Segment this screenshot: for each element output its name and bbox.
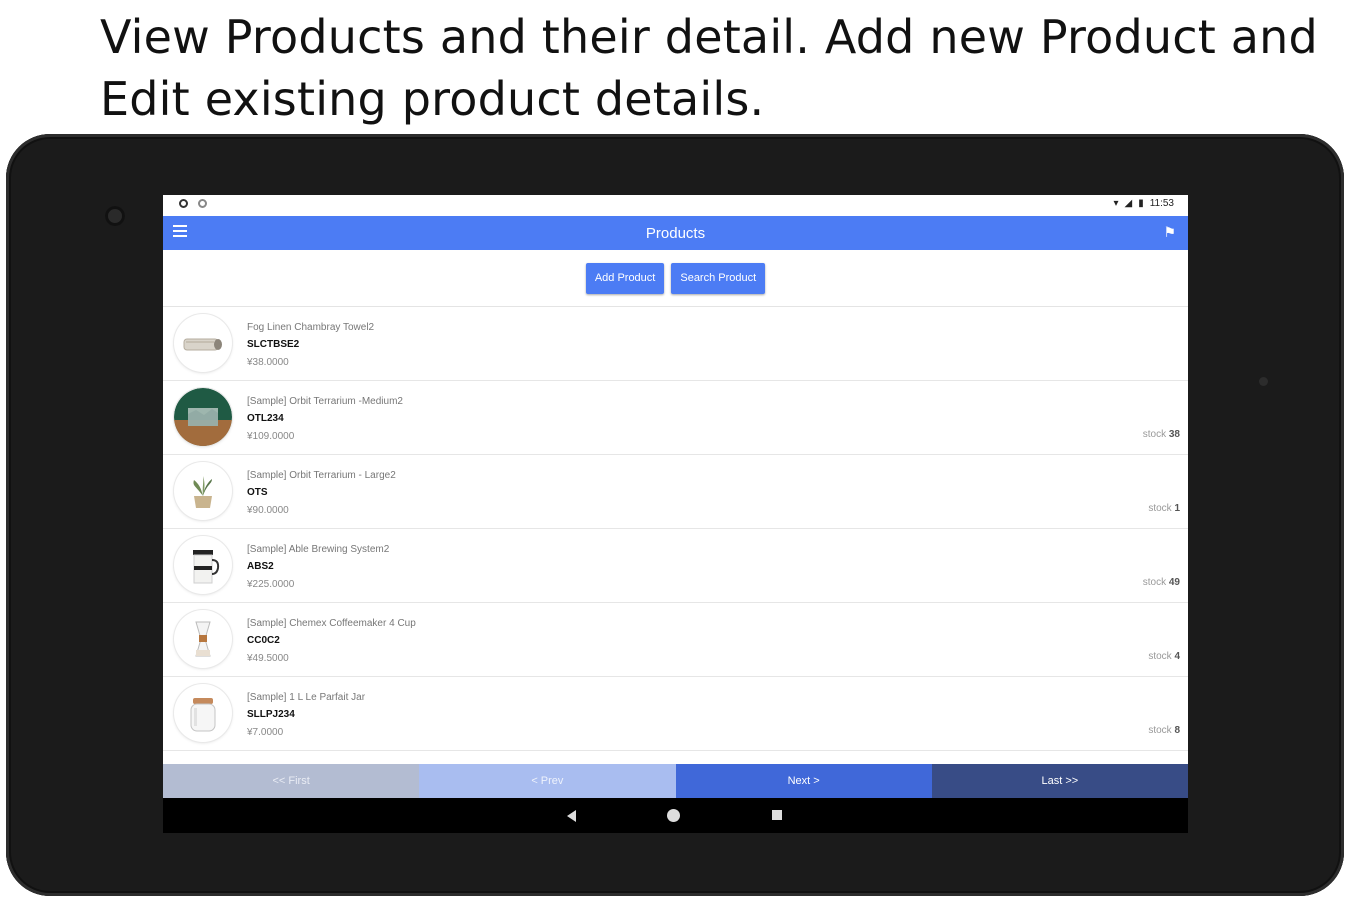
product-sku: OTL234 <box>247 413 284 424</box>
brewer-image <box>174 536 232 594</box>
stock-label: stock <box>1148 725 1172 736</box>
terrarium-image <box>174 388 232 446</box>
plant-image <box>174 462 232 520</box>
stock-label: stock <box>1148 503 1172 514</box>
product-sku: SLLPJ234 <box>247 709 295 720</box>
page-title: Products <box>645 225 706 242</box>
coffeemaker-image <box>174 610 232 668</box>
clock: 11:53 <box>1149 198 1174 209</box>
product-price: ¥7.0000 <box>247 727 284 738</box>
product-name: [Sample] 1 L Le Parfait Jar <box>247 692 366 703</box>
product-row[interactable]: [Sample] Orbit Terrarium -Medium2 OTL234… <box>163 381 1188 455</box>
sensor-dot <box>1259 377 1268 386</box>
last-page-button[interactable]: Last >> <box>931 764 1188 798</box>
recent-apps-icon[interactable] <box>772 810 782 820</box>
app-bar: Products ⚑ <box>163 216 1188 250</box>
stock-value: 4 <box>1174 651 1180 662</box>
stock-count: stock 8 <box>1148 725 1180 736</box>
system-nav-bar <box>163 798 1188 833</box>
page-caption: View Products and their detail. Add new … <box>100 10 1318 126</box>
product-name: [Sample] Chemex Coffeemaker 4 Cup <box>247 618 416 629</box>
stock-value: 8 <box>1174 725 1180 736</box>
product-name: [Sample] Orbit Terrarium - Large2 <box>247 470 396 481</box>
stock-count: stock 4 <box>1148 651 1180 662</box>
towel-image <box>174 314 232 372</box>
signal-icon: ◢ <box>1124 198 1133 209</box>
wifi-icon: ▾ <box>1113 198 1119 209</box>
stock-count: stock 1 <box>1148 503 1180 514</box>
stock-value: 38 <box>1168 429 1180 440</box>
product-row[interactable]: [Sample] Chemex Coffeemaker 4 Cup CC0C2 … <box>163 603 1188 677</box>
stock-label: stock <box>1142 429 1167 440</box>
product-sku: ABS2 <box>247 561 274 572</box>
add-product-button[interactable]: Add Product <box>585 262 665 294</box>
stock-label: stock <box>1148 651 1172 662</box>
product-name: [Sample] Able Brewing System2 <box>247 544 390 555</box>
product-row[interactable]: [Sample] 1 L Le Parfait Jar SLLPJ234 ¥7.… <box>163 677 1188 751</box>
product-name: [Sample] Orbit Terrarium -Medium2 <box>247 396 403 407</box>
product-row[interactable]: [Sample] Able Brewing System2 ABS2 ¥225.… <box>163 529 1188 603</box>
product-price: ¥38.0000 <box>247 357 289 368</box>
search-product-button[interactable]: Search Product <box>671 262 766 294</box>
notification-icon <box>179 199 188 208</box>
next-page-button[interactable]: Next > <box>675 764 932 798</box>
product-row[interactable]: [Sample] Orbit Terrarium - Large2 OTS ¥9… <box>163 455 1188 529</box>
product-price: ¥90.0000 <box>247 505 289 516</box>
back-icon[interactable] <box>567 810 576 822</box>
device-screen: ▾ ◢ ▮ 11:53 Products ⚑ Add Product Searc… <box>163 195 1188 833</box>
product-sku: OTS <box>247 487 268 498</box>
battery-icon: ▮ <box>1138 198 1144 209</box>
stock-value: 1 <box>1174 503 1180 514</box>
stock-value: 49 <box>1168 577 1180 588</box>
action-toolbar: Add Product Search Product <box>163 250 1188 307</box>
stock-label: stock <box>1142 577 1167 588</box>
product-price: ¥49.5000 <box>247 653 289 664</box>
status-bar: ▾ ◢ ▮ 11:53 <box>163 195 1188 216</box>
stock-count: stock 38 <box>1143 429 1180 440</box>
product-sku: CC0C2 <box>247 635 280 646</box>
product-row[interactable]: Fog Linen Chambray Towel2 SLCTBSE2 ¥38.0… <box>163 307 1188 381</box>
first-page-button[interactable]: << First <box>163 764 420 798</box>
jar-image <box>174 684 232 742</box>
prev-page-button[interactable]: < Prev <box>419 764 676 798</box>
product-price: ¥109.0000 <box>247 431 295 442</box>
sign-in-icon[interactable]: ⚑ <box>1163 224 1176 241</box>
sync-icon <box>198 199 207 208</box>
product-name: Fog Linen Chambray Towel2 <box>247 322 375 333</box>
pagination-bar: << First < Prev Next > Last >> <box>163 764 1188 798</box>
product-price: ¥225.0000 <box>247 579 295 590</box>
stock-count: stock 49 <box>1143 577 1180 588</box>
camera-icon <box>105 206 125 226</box>
home-icon[interactable] <box>667 809 680 822</box>
product-sku: SLCTBSE2 <box>247 339 300 350</box>
product-list: Fog Linen Chambray Towel2 SLCTBSE2 ¥38.0… <box>163 307 1188 751</box>
